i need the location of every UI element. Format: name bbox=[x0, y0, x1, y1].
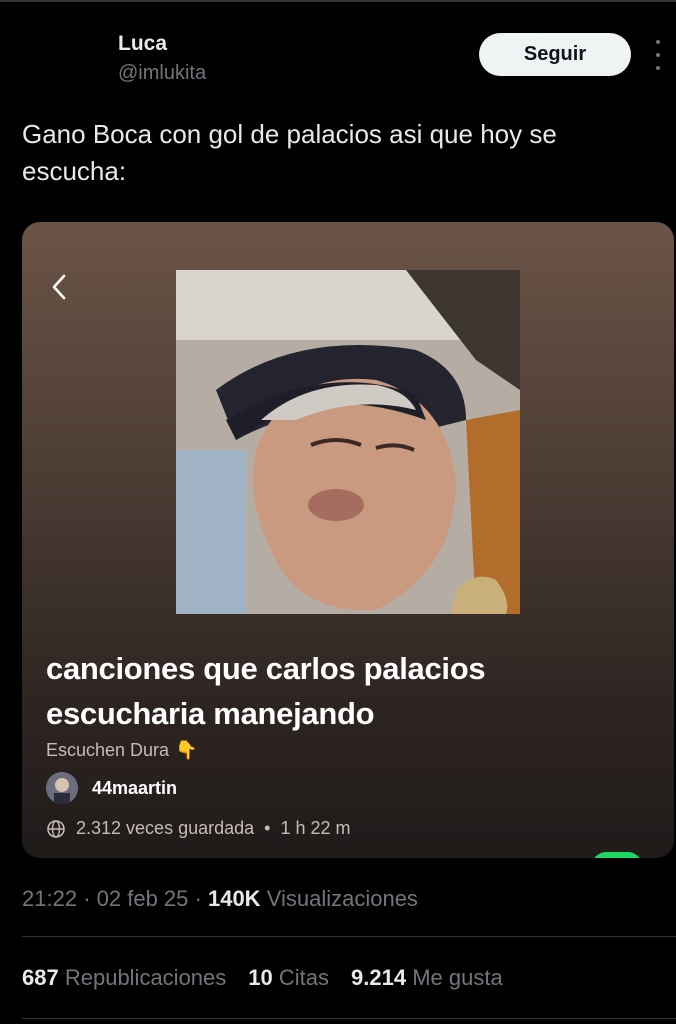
more-options-icon[interactable] bbox=[652, 40, 664, 70]
author-handle[interactable]: @imlukita bbox=[118, 62, 206, 85]
divider bbox=[22, 936, 676, 937]
playlist-duration: 1 h 22 m bbox=[280, 818, 351, 838]
tweet-timestamp-row: 21:22 · 02 feb 25 · 140K Visualizaciones bbox=[22, 886, 418, 911]
divider bbox=[22, 1018, 676, 1019]
author-name[interactable]: Luca bbox=[118, 32, 167, 56]
meta-separator: • bbox=[264, 818, 271, 838]
owner-avatar[interactable] bbox=[46, 772, 78, 804]
views-label: Visualizaciones bbox=[266, 886, 418, 911]
tweet-time[interactable]: 21:22 bbox=[22, 886, 77, 911]
description-text: Escuchen Dura bbox=[46, 740, 170, 760]
playlist-description: Escuchen Dura 👇 bbox=[46, 740, 198, 761]
follow-button[interactable]: Seguir bbox=[479, 33, 631, 76]
engagement-stats: 687 Republicaciones 10 Citas 9.214 Me gu… bbox=[22, 965, 503, 991]
globe-icon bbox=[47, 819, 65, 838]
pointing-down-emoji: 👇 bbox=[175, 740, 198, 760]
views-count: 140K bbox=[207, 886, 261, 911]
likes-stat[interactable]: 9.214 Me gusta bbox=[351, 965, 503, 991]
playlist-title[interactable]: canciones que carlos palacios escucharia… bbox=[46, 646, 646, 736]
back-chevron-icon[interactable] bbox=[48, 272, 70, 302]
reposts-stat[interactable]: 687 Republicaciones bbox=[22, 965, 226, 991]
playlist-cover-image bbox=[176, 270, 520, 614]
play-button-peek[interactable] bbox=[592, 852, 642, 858]
saves-count: 2.312 veces guardada bbox=[76, 818, 255, 838]
tweet-text: Gano Boca con gol de palacios asi que ho… bbox=[22, 119, 557, 186]
top-divider bbox=[0, 0, 676, 2]
owner-name[interactable]: 44maartin bbox=[92, 778, 177, 799]
playlist-card[interactable]: canciones que carlos palacios escucharia… bbox=[22, 222, 674, 858]
tweet-date[interactable]: 02 feb 25 bbox=[97, 886, 189, 911]
playlist-owner[interactable]: 44maartin bbox=[46, 772, 177, 804]
playlist-meta: 2.312 veces guardada • 1 h 22 m bbox=[46, 818, 351, 839]
quotes-stat[interactable]: 10 Citas bbox=[248, 965, 329, 991]
